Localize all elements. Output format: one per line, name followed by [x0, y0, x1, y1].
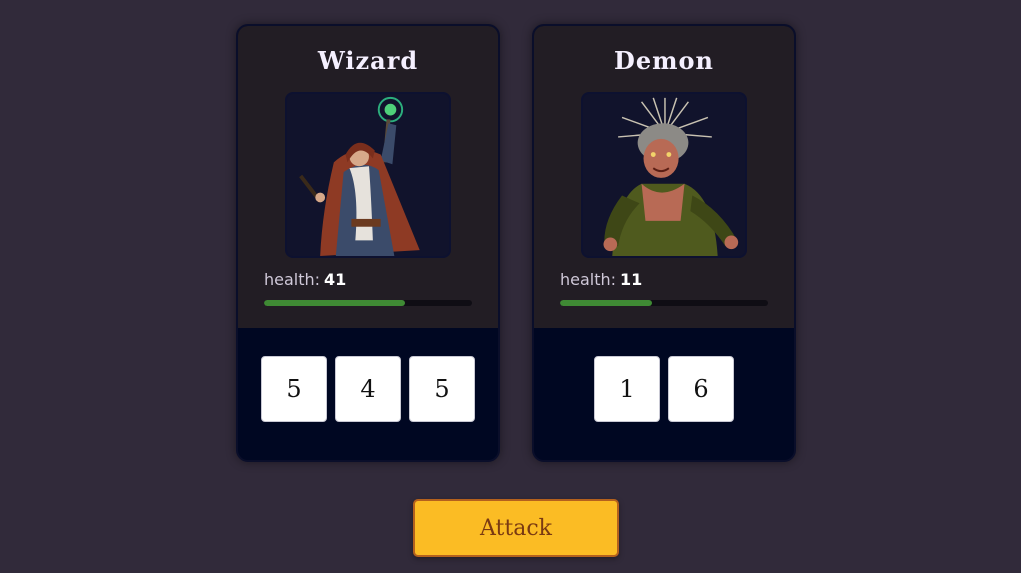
wizard-card-header: Wizard health: 41 [238, 26, 498, 328]
die: 4 [335, 356, 401, 422]
die: 1 [594, 356, 660, 422]
health-bar [264, 300, 472, 306]
demon-portrait [581, 92, 747, 258]
demon-card-header: Demon health: 11 [534, 26, 794, 328]
health-value: 41 [324, 270, 347, 289]
health-bar [560, 300, 768, 306]
health-value: 11 [620, 270, 643, 289]
wizard-portrait [285, 92, 451, 258]
demon-dice-tray: 1 6 [534, 328, 794, 460]
die: 6 [668, 356, 734, 422]
character-name: Wizard [317, 46, 419, 75]
health-bar-fill [264, 300, 406, 306]
die: 5 [261, 356, 327, 422]
wizard-dice-tray: 5 4 5 [238, 328, 498, 460]
health-label: health: [560, 270, 617, 289]
wizard-figure-image [287, 94, 449, 256]
health-bar-fill [560, 300, 652, 306]
demon-figure-image [583, 94, 745, 256]
health-row: health: 11 [560, 268, 768, 292]
die: 5 [409, 356, 475, 422]
demon-card: Demon health: 11 1 6 [532, 24, 796, 462]
health-label: health: [264, 270, 321, 289]
attack-button[interactable]: Attack [413, 499, 619, 557]
wizard-card: Wizard health: 41 5 4 5 [236, 24, 500, 462]
character-cards: Wizard health: 41 5 4 5 Demon health: 11… [236, 24, 796, 462]
character-name: Demon [614, 46, 714, 75]
health-row: health: 41 [264, 268, 472, 292]
